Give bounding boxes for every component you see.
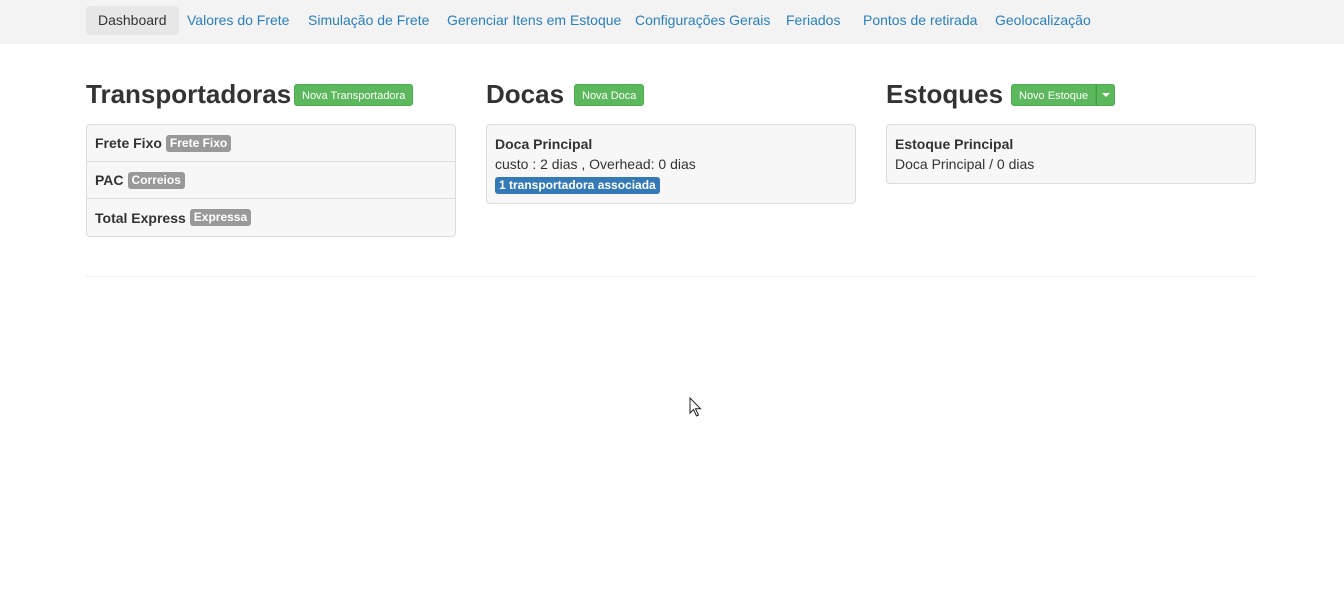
doca-detail: custo : 2 dias , Overhead: 0 dias	[495, 156, 696, 172]
top-navbar: Dashboard Valores do Frete Simulação de …	[0, 0, 1344, 44]
doca-card[interactable]: Doca Principal custo : 2 dias , Overhead…	[486, 124, 856, 204]
transportadora-type-badge: Correios	[127, 171, 185, 189]
transportadora-name: PAC	[95, 172, 124, 188]
nav-valores-do-frete[interactable]: Valores do Frete	[187, 6, 289, 35]
nav-simulacao-de-frete[interactable]: Simulação de Frete	[308, 6, 429, 35]
transportadora-name: Total Express	[95, 209, 186, 226]
nav-configuracoes-gerais[interactable]: Configurações Gerais	[635, 6, 770, 35]
transportadoras-list: Frete Fixo Frete Fixo PAC Correios Total…	[86, 124, 456, 237]
list-item[interactable]: PAC Correios	[87, 162, 455, 199]
nova-transportadora-button[interactable]: Nova Transportadora	[294, 84, 414, 106]
list-item[interactable]: Total Express Expressa	[87, 199, 455, 236]
transportadora-type-badge: Expressa	[189, 209, 252, 226]
estoque-name: Estoque Principal	[895, 136, 1014, 152]
novo-estoque-dropdown-toggle[interactable]	[1096, 84, 1116, 106]
estoque-card[interactable]: Estoque Principal Doca Principal / 0 dia…	[886, 124, 1256, 184]
mouse-cursor-icon	[689, 397, 702, 417]
transportadora-name: Frete Fixo	[95, 135, 162, 151]
horizontal-divider	[86, 276, 1256, 277]
transportadora-type-badge: Frete Fixo	[165, 134, 232, 152]
doca-association-badge: 1 transportadora associada	[495, 177, 660, 194]
docas-title: Docas	[486, 79, 565, 109]
novo-estoque-button-group: Novo Estoque	[1011, 84, 1116, 106]
doca-name: Doca Principal	[495, 136, 593, 152]
novo-estoque-button[interactable]: Novo Estoque	[1011, 84, 1097, 106]
caret-down-icon	[1101, 93, 1110, 97]
nav-geolocalizacao[interactable]: Geolocalização	[995, 6, 1091, 35]
estoque-detail: Doca Principal / 0 dias	[895, 156, 1035, 172]
nova-doca-button[interactable]: Nova Doca	[574, 84, 645, 106]
nav-gerenciar-itens-estoque[interactable]: Gerenciar Itens em Estoque	[447, 6, 621, 35]
list-item[interactable]: Frete Fixo Frete Fixo	[87, 125, 455, 162]
nav-dashboard[interactable]: Dashboard	[86, 6, 179, 35]
nav-feriados[interactable]: Feriados	[786, 6, 840, 35]
nav-pontos-de-retirada[interactable]: Pontos de retirada	[863, 6, 977, 35]
transportadoras-title: Transportadoras	[86, 79, 292, 109]
estoques-title: Estoques	[886, 79, 1004, 109]
